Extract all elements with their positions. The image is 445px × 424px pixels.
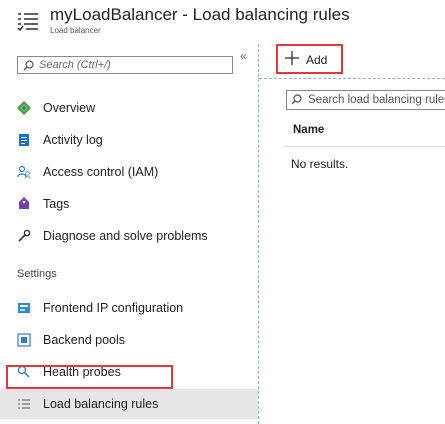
plus-icon <box>285 51 299 65</box>
toolbar-divider <box>259 78 445 79</box>
overview-icon <box>17 101 31 115</box>
page-title: myLoadBalancer - Load balancing rules <box>50 5 350 24</box>
add-button-label: Add <box>306 53 328 67</box>
sidebar-item-frontend-ip[interactable]: Frontend IP configuration <box>0 293 258 323</box>
sidebar-item-health-probes[interactable]: Health probes <box>0 357 258 387</box>
rules-search-input[interactable]: Search load balancing rules <box>286 90 445 110</box>
empty-results-text: No results. <box>291 157 349 171</box>
backend-pools-icon <box>17 333 31 347</box>
sidebar-item-label: Tags <box>43 197 70 211</box>
access-control-icon <box>17 165 31 179</box>
header-separator <box>284 146 445 147</box>
sidebar-item-label: Health probes <box>43 365 121 379</box>
frontend-ip-icon <box>18 303 30 313</box>
sidebar-item-label: Frontend IP configuration <box>43 301 184 315</box>
search-icon <box>23 60 34 71</box>
sidebar-item-label: Load balancing rules <box>43 397 159 411</box>
wrench-icon <box>18 229 31 242</box>
search-icon <box>291 94 302 105</box>
load-balancing-rules-icon <box>18 399 30 409</box>
sidebar-item-backend-pools[interactable]: Backend pools <box>0 325 258 355</box>
rules-search-placeholder: Search load balancing rules <box>308 94 445 106</box>
sidebar-search-input[interactable]: Search (Ctrl+/) <box>17 56 233 74</box>
sidebar-item-label: Access control (IAM) <box>43 165 159 179</box>
sidebar-item-diagnose[interactable]: Diagnose and solve problems <box>0 221 258 251</box>
sidebar-item-label: Activity log <box>43 133 103 147</box>
activity-log-icon <box>19 134 29 146</box>
sidebar-item-label: Backend pools <box>43 333 126 347</box>
tags-icon <box>19 197 29 209</box>
collapse-sidebar-button[interactable]: « <box>240 49 247 63</box>
sidebar-item-label: Overview <box>43 101 96 115</box>
sidebar-search-placeholder: Search (Ctrl+/) <box>39 59 111 71</box>
sidebar-item-activity-log[interactable]: Activity log <box>0 125 258 155</box>
add-button[interactable]: Add <box>276 44 343 74</box>
load-balancing-rules-icon <box>17 13 38 32</box>
blade-header: myLoadBalancer - Load balancing rules Lo… <box>0 0 445 44</box>
settings-section-title: Settings <box>17 268 57 280</box>
pane-divider <box>258 44 260 424</box>
sidebar-item-overview[interactable]: Overview <box>0 93 258 123</box>
page-subtitle: Load balancer <box>50 26 101 35</box>
sidebar-item-tags[interactable]: Tags <box>0 189 258 219</box>
column-header-name[interactable]: Name <box>293 124 324 136</box>
health-probes-icon <box>17 365 30 378</box>
sidebar-item-access-control[interactable]: Access control (IAM) <box>0 157 258 187</box>
sidebar-item-load-balancing-rules[interactable]: Load balancing rules <box>0 389 258 419</box>
sidebar-item-label: Diagnose and solve problems <box>43 229 208 243</box>
